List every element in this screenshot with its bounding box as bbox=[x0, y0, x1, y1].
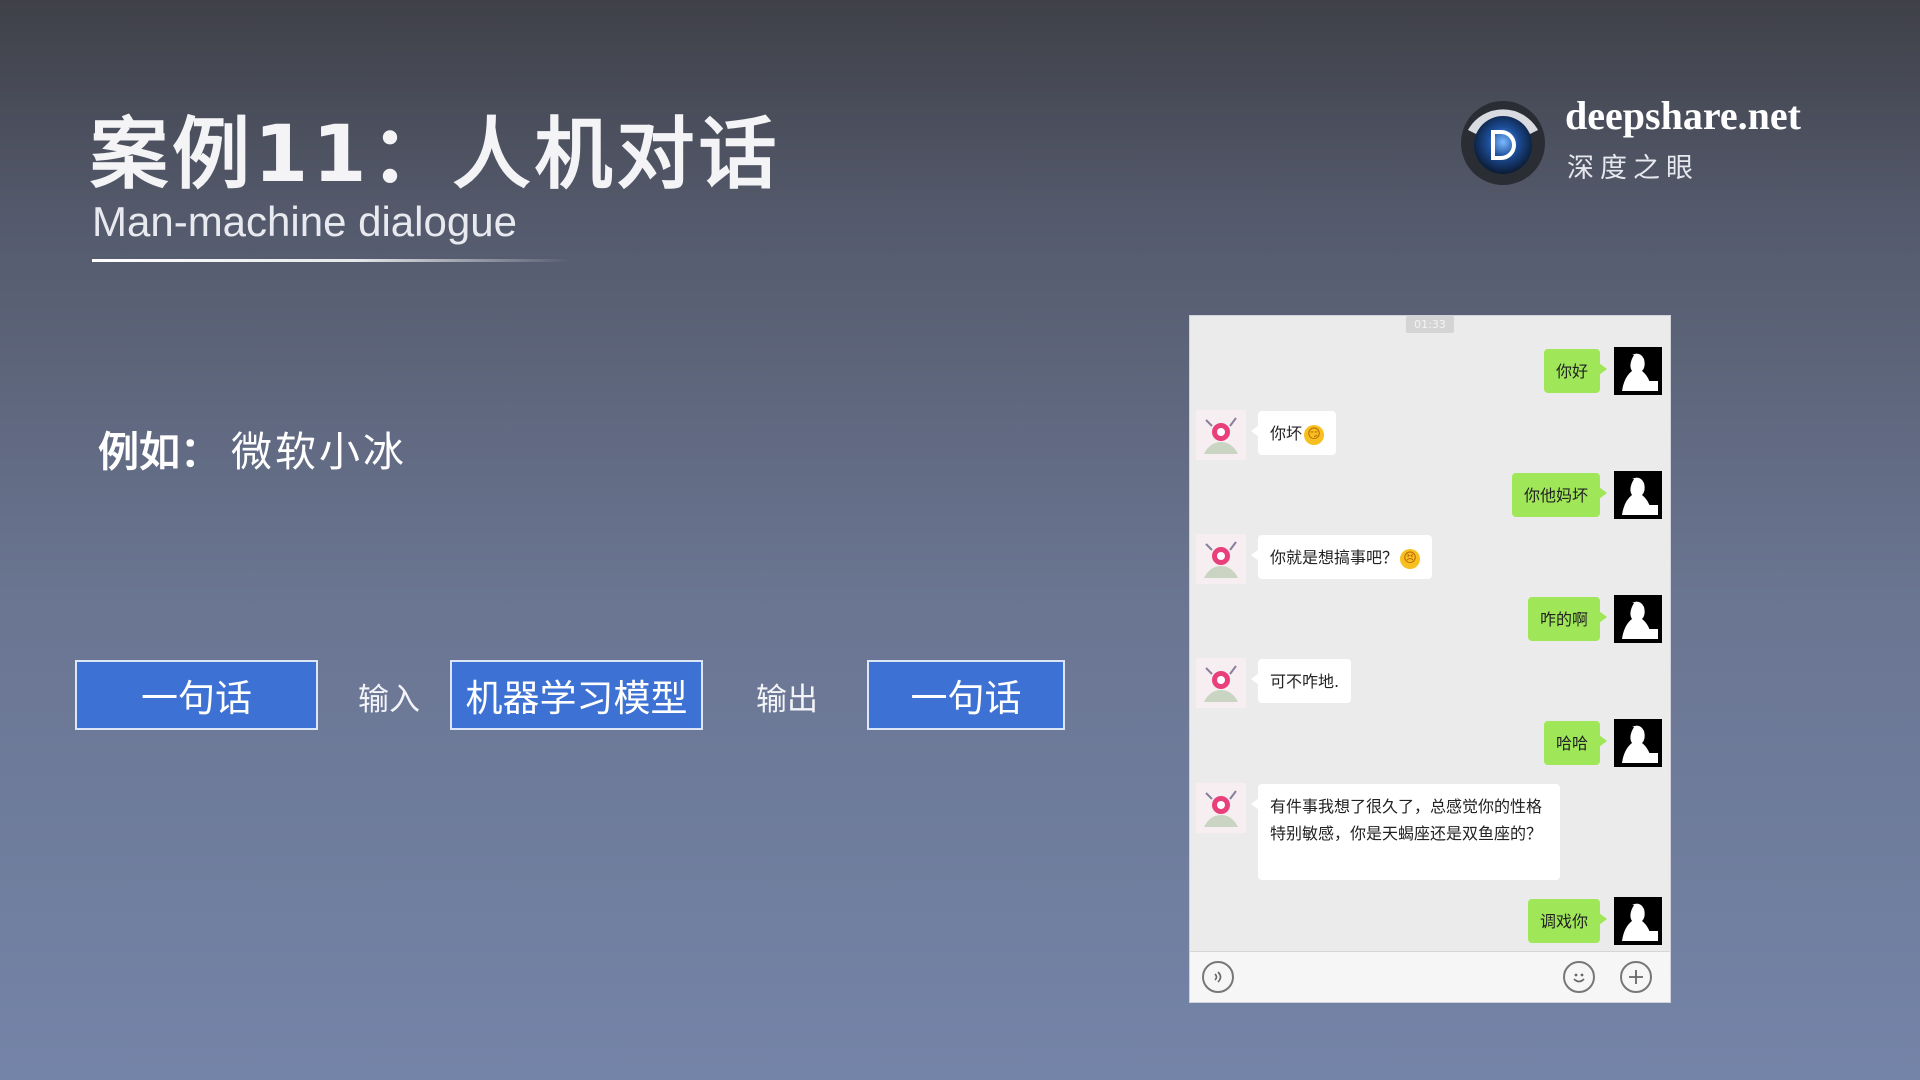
user-avatar-icon bbox=[1614, 595, 1662, 643]
chat-bubble-text: 你就是想搞事吧？ bbox=[1270, 548, 1399, 567]
user-avatar-icon bbox=[1614, 471, 1662, 519]
chat-timestamp: 01:33 bbox=[1406, 316, 1454, 333]
user-avatar-icon bbox=[1614, 719, 1662, 767]
chat-bubble-bot: 有件事我想了很久了，总感觉你的性格特别敏感，你是天蝎座还是双鱼座的？ bbox=[1251, 784, 1560, 880]
user-avatar-icon bbox=[1614, 897, 1662, 945]
title-underline bbox=[92, 259, 572, 262]
deepshare-logo: deepshare.net 深度之眼 bbox=[1460, 92, 1840, 192]
ml-model-box: 机器学习模型 bbox=[450, 660, 703, 730]
input-sentence-box: 一句话 bbox=[75, 660, 318, 730]
chat-bubble-text: 你坏 bbox=[1270, 424, 1303, 443]
output-sentence-box: 一句话 bbox=[867, 660, 1065, 730]
slide-title: 案例11：人机对话 bbox=[90, 110, 781, 200]
bot-avatar-icon bbox=[1196, 410, 1246, 460]
output-label: 输出 bbox=[756, 682, 818, 718]
example-value: 微软小冰 bbox=[231, 428, 407, 476]
slide-subtitle: Man-machine dialogue bbox=[92, 198, 517, 245]
chat-bubble-bot: 可不咋地. bbox=[1250, 659, 1352, 703]
chat-bubble-bot: 你坏 😏 bbox=[1250, 411, 1337, 455]
chat-bubble-user: 调戏你 bbox=[1527, 899, 1608, 943]
bot-avatar-icon bbox=[1196, 658, 1246, 708]
user-avatar-icon bbox=[1614, 347, 1662, 395]
emoji-icon[interactable] bbox=[1563, 961, 1595, 993]
chat-bubble-user: 哈哈 bbox=[1543, 721, 1608, 765]
chat-bubble-bot: 你就是想搞事吧？ 😣 bbox=[1250, 535, 1433, 579]
logo-name: deepshare.net bbox=[1565, 93, 1801, 138]
example-prefix: 例如： bbox=[98, 428, 221, 476]
frown-emoji-icon: 😣 bbox=[1400, 548, 1421, 569]
logo-tagline: 深度之眼 bbox=[1567, 153, 1699, 184]
input-label: 输入 bbox=[358, 682, 420, 718]
chat-bubble-user: 你他妈坏 bbox=[1511, 473, 1608, 517]
example-line: 例如： 微软小冰 bbox=[98, 418, 407, 478]
chat-input-bar bbox=[1190, 951, 1670, 1002]
plus-icon[interactable] bbox=[1620, 961, 1652, 993]
chat-bubble-user: 咋的啊 bbox=[1527, 597, 1608, 641]
bot-avatar-icon bbox=[1196, 783, 1246, 833]
eye-logo-icon bbox=[1461, 101, 1545, 185]
smirk-emoji-icon: 😏 bbox=[1304, 424, 1325, 445]
voice-icon[interactable] bbox=[1202, 961, 1234, 993]
chat-screenshot: 01:33 你好 你坏 😏 你他妈坏 你就是想搞事吧？ 😣 咋的啊 可不咋地. 哈哈… bbox=[1189, 315, 1671, 1003]
bot-avatar-icon bbox=[1196, 534, 1246, 584]
chat-bubble-user: 你好 bbox=[1543, 349, 1608, 393]
